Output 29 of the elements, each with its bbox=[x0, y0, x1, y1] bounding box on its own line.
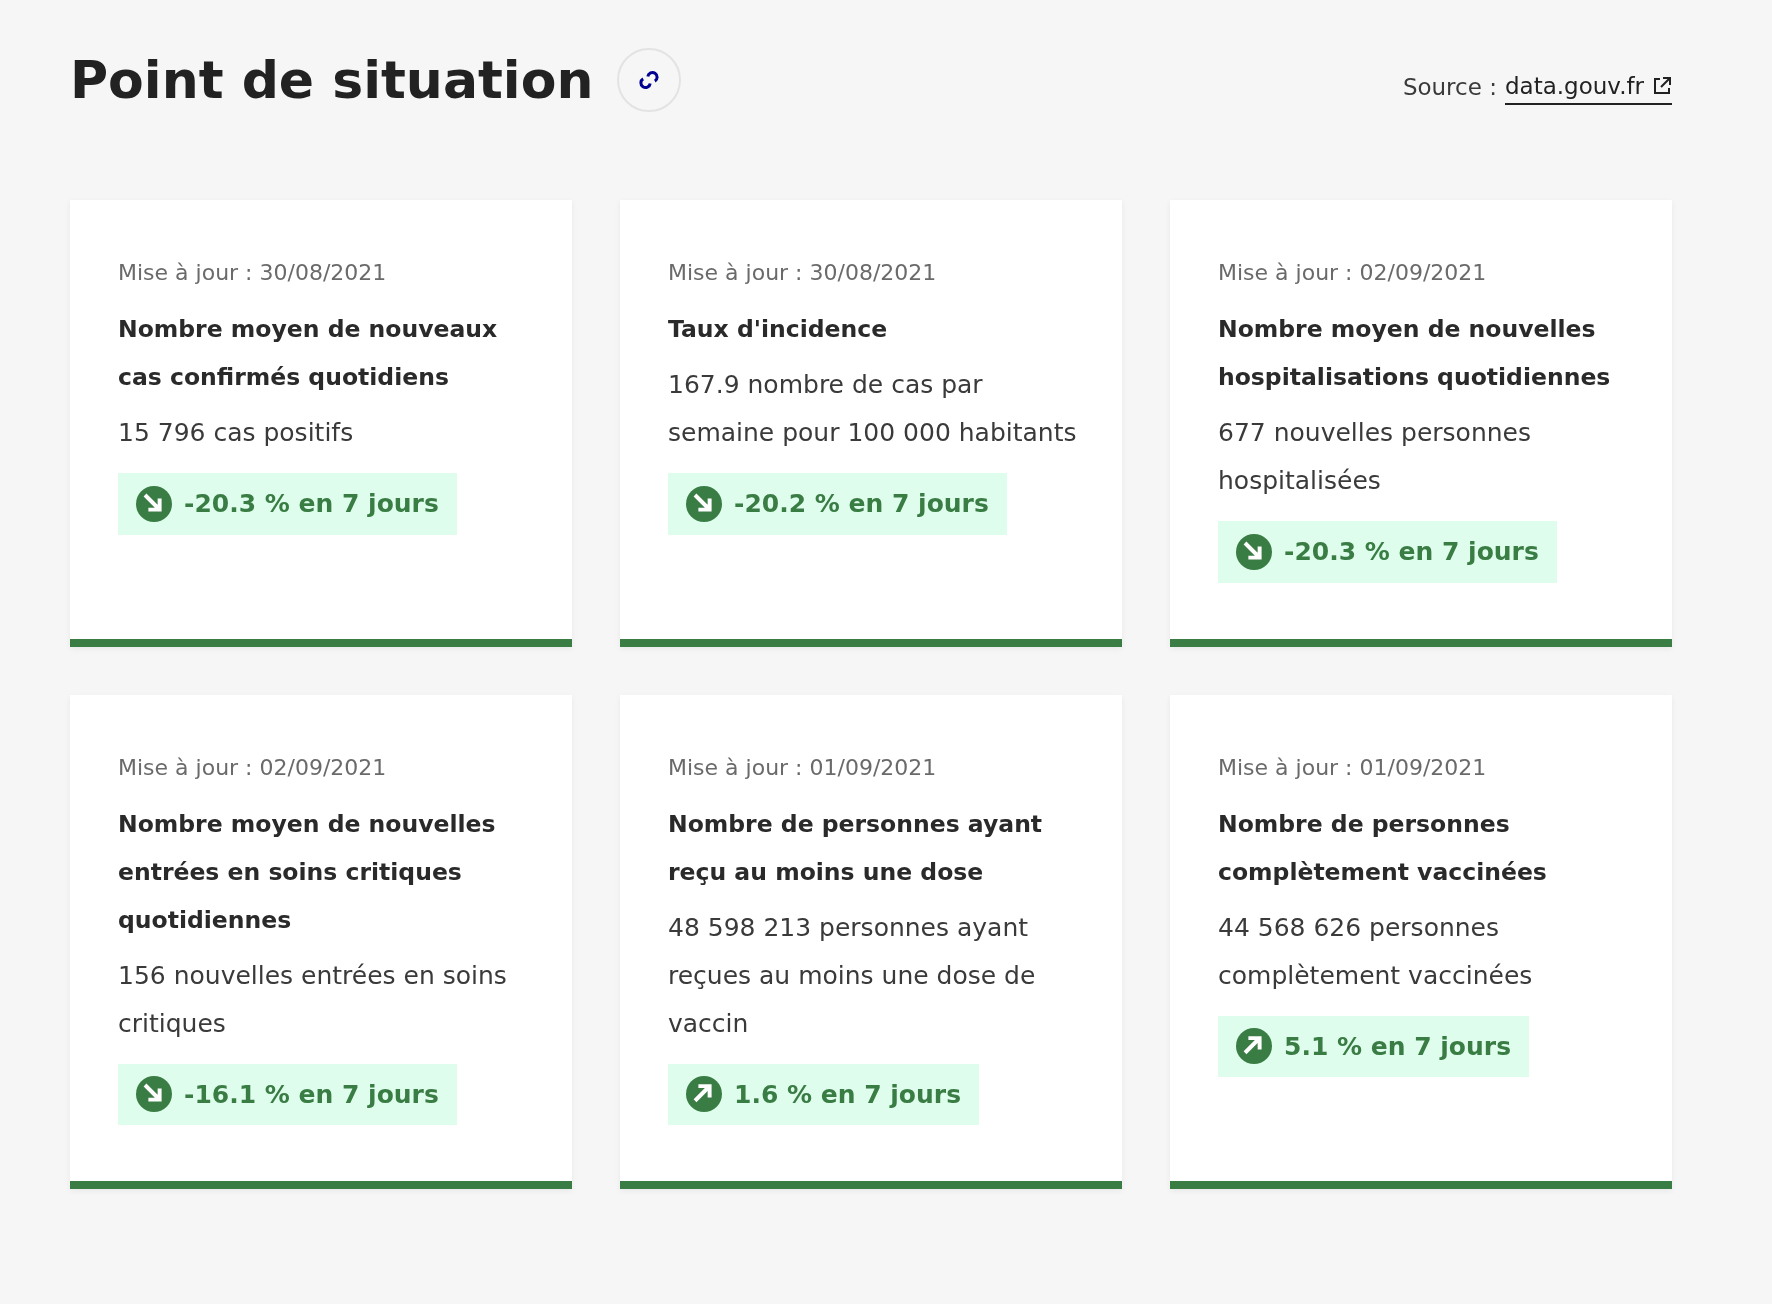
indicator-value: 44 568 626 personnes complètement vaccinées bbox=[1218, 911, 1534, 992]
link-button[interactable] bbox=[617, 48, 682, 112]
page-title: Point de situation bbox=[70, 48, 594, 112]
trend-badge: -20.3 % en 7 jours bbox=[118, 473, 457, 535]
trend-badge: -20.3 % en 7 jours bbox=[1218, 521, 1557, 583]
trend-badge: 5.1 % en 7 jours bbox=[1218, 1015, 1530, 1077]
external-link-icon bbox=[1652, 76, 1672, 96]
indicator-title: Nombre de personnes complètement vaccinées bbox=[1218, 808, 1548, 888]
update-date: Mise à jour : 30/08/2021 bbox=[668, 259, 938, 287]
trend-badge: -16.1 % en 7 jours bbox=[118, 1063, 457, 1125]
indicator-value: 15 796 cas positifs bbox=[118, 417, 355, 449]
indicator-value: 48 598 213 personnes ayant reçues au moins une dose de vaccin bbox=[668, 911, 1037, 1040]
trend-badge: 1.6 % en 7 jours bbox=[668, 1063, 980, 1125]
indicator-title: Nombre moyen de nouveaux cas confirmés quotidiens bbox=[118, 314, 499, 393]
update-date: Mise à jour : 02/09/2021 bbox=[118, 753, 388, 782]
update-date: Mise à jour : 01/09/2021 bbox=[1218, 753, 1488, 782]
source-label: Source : bbox=[1402, 72, 1497, 102]
update-date: Mise à jour : 02/09/2021 bbox=[1218, 259, 1488, 287]
indicator-value: 677 nouvelles personnes hospitalisées bbox=[1218, 417, 1532, 497]
update-date: Mise à jour : 01/09/2021 bbox=[668, 753, 938, 782]
indicator-title: Nombre moyen de nouvelles hospitalisations quotidiennes bbox=[1218, 314, 1612, 393]
trend-badge: -20.2 % en 7 jours bbox=[668, 473, 1007, 535]
update-date: Mise à jour : 30/08/2021 bbox=[118, 259, 388, 287]
indicator-title: Nombre de personnes ayant reçu au moins une dose bbox=[668, 808, 1044, 888]
indicator-value: 156 nouvelles entrées en soins critiques bbox=[118, 959, 508, 1040]
indicator-title: Taux d'incidence bbox=[668, 314, 889, 345]
source-link[interactable]: data.gouv.fr bbox=[1504, 68, 1672, 106]
indicator-title: Nombre moyen de nouvelles entrées en soins critiques quotidiennes bbox=[118, 808, 497, 936]
indicator-value: 167.9 nombre de cas par semaine pour 100 000 habitants bbox=[668, 369, 1078, 449]
